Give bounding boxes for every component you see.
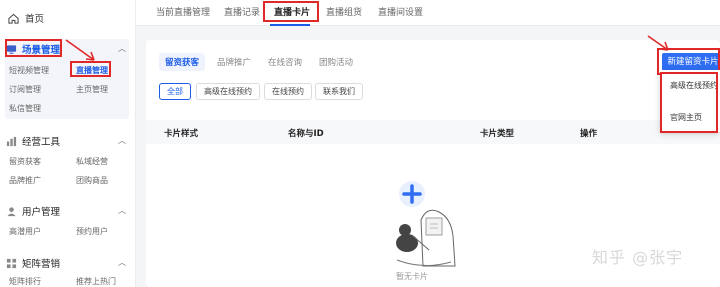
chart-icon: [6, 136, 17, 146]
chevron-up-icon: ︿: [118, 206, 126, 215]
sidebar-item-short-video[interactable]: 短视频管理: [9, 65, 49, 76]
sidebar-item-leads[interactable]: 留资获客: [9, 156, 41, 167]
annotation-box: [5, 39, 62, 57]
sidebar-item-groupbuy[interactable]: 团购商品: [76, 175, 108, 186]
sidebar-home-label: 首页: [25, 14, 45, 25]
table-header: 卡片样式 名称与ID 卡片类型 操作: [146, 120, 720, 144]
chevron-up-icon: ︿: [118, 258, 126, 267]
sidebar-item-potential[interactable]: 高潜用户: [9, 226, 41, 237]
sidebar-item-reserved[interactable]: 预约用户: [76, 226, 108, 237]
sidebar-group-business[interactable]: 经营工具 ︿: [6, 132, 130, 150]
filter-chip-all[interactable]: 全部: [159, 83, 191, 100]
subtab-groupbuy[interactable]: 团购活动: [319, 56, 353, 68]
sidebar-item-homepage[interactable]: 主页管理: [76, 84, 108, 95]
filter-chip-advanced[interactable]: 高级在线预约: [196, 83, 260, 100]
column-header: 名称与ID: [288, 129, 324, 139]
watermark: 知乎 @张宇: [592, 248, 684, 267]
tab-live-records[interactable]: 直播记录: [224, 5, 260, 18]
top-tabs: 当前直播管理 直播记录 直播卡片 直播组货 直播间设置: [136, 0, 720, 26]
column-header: 卡片类型: [480, 129, 515, 139]
sidebar-item-brand[interactable]: 品牌推广: [9, 175, 41, 186]
sidebar-group-label: 矩阵营销: [22, 259, 61, 270]
annotation-box: [263, 1, 319, 22]
sidebar-item-private[interactable]: 私域经营: [76, 156, 108, 167]
annotation-arrow: [65, 39, 95, 61]
sidebar-group-users[interactable]: 用户管理 ︿: [6, 202, 130, 220]
sidebar-item-home[interactable]: 首页: [8, 10, 44, 26]
sidebar-item-rank[interactable]: 矩阵排行: [9, 276, 41, 287]
sidebar-group-label: 用户管理: [22, 207, 61, 218]
column-header: 卡片样式: [164, 129, 199, 139]
home-icon: [8, 13, 19, 24]
subtab-brand[interactable]: 品牌推广: [217, 56, 251, 68]
grid-icon: [6, 258, 17, 268]
sidebar-group-matrix[interactable]: 矩阵营销 ︿: [6, 254, 130, 272]
empty-state-illustration: [396, 181, 456, 267]
active-tab-indicator: [270, 24, 310, 26]
column-header: 操作: [580, 129, 598, 139]
sidebar-item-hot[interactable]: 推荐上热门: [76, 276, 116, 287]
annotation-arrow: [647, 35, 669, 51]
sidebar-item-message[interactable]: 私信管理: [9, 103, 41, 114]
empty-state-text: 暂无卡片: [396, 272, 428, 281]
subtab-consult[interactable]: 在线咨询: [268, 56, 302, 68]
sidebar-group-label: 经营工具: [22, 137, 61, 148]
annotation-box: [660, 72, 718, 133]
filter-chip-online[interactable]: 在线预约: [264, 83, 312, 100]
chevron-up-icon: ︿: [118, 136, 126, 145]
tab-live-goods[interactable]: 直播组货: [326, 5, 362, 18]
tab-live-settings[interactable]: 直播间设置: [378, 5, 423, 18]
filter-chip-contact[interactable]: 联系我们: [315, 83, 363, 100]
tab-current-live[interactable]: 当前直播管理: [156, 5, 210, 18]
chevron-up-icon: ︿: [118, 44, 126, 53]
user-icon: [7, 206, 16, 216]
subtab-leads[interactable]: 留资获客: [159, 53, 206, 71]
sidebar-item-subscribe[interactable]: 订阅管理: [9, 84, 41, 95]
